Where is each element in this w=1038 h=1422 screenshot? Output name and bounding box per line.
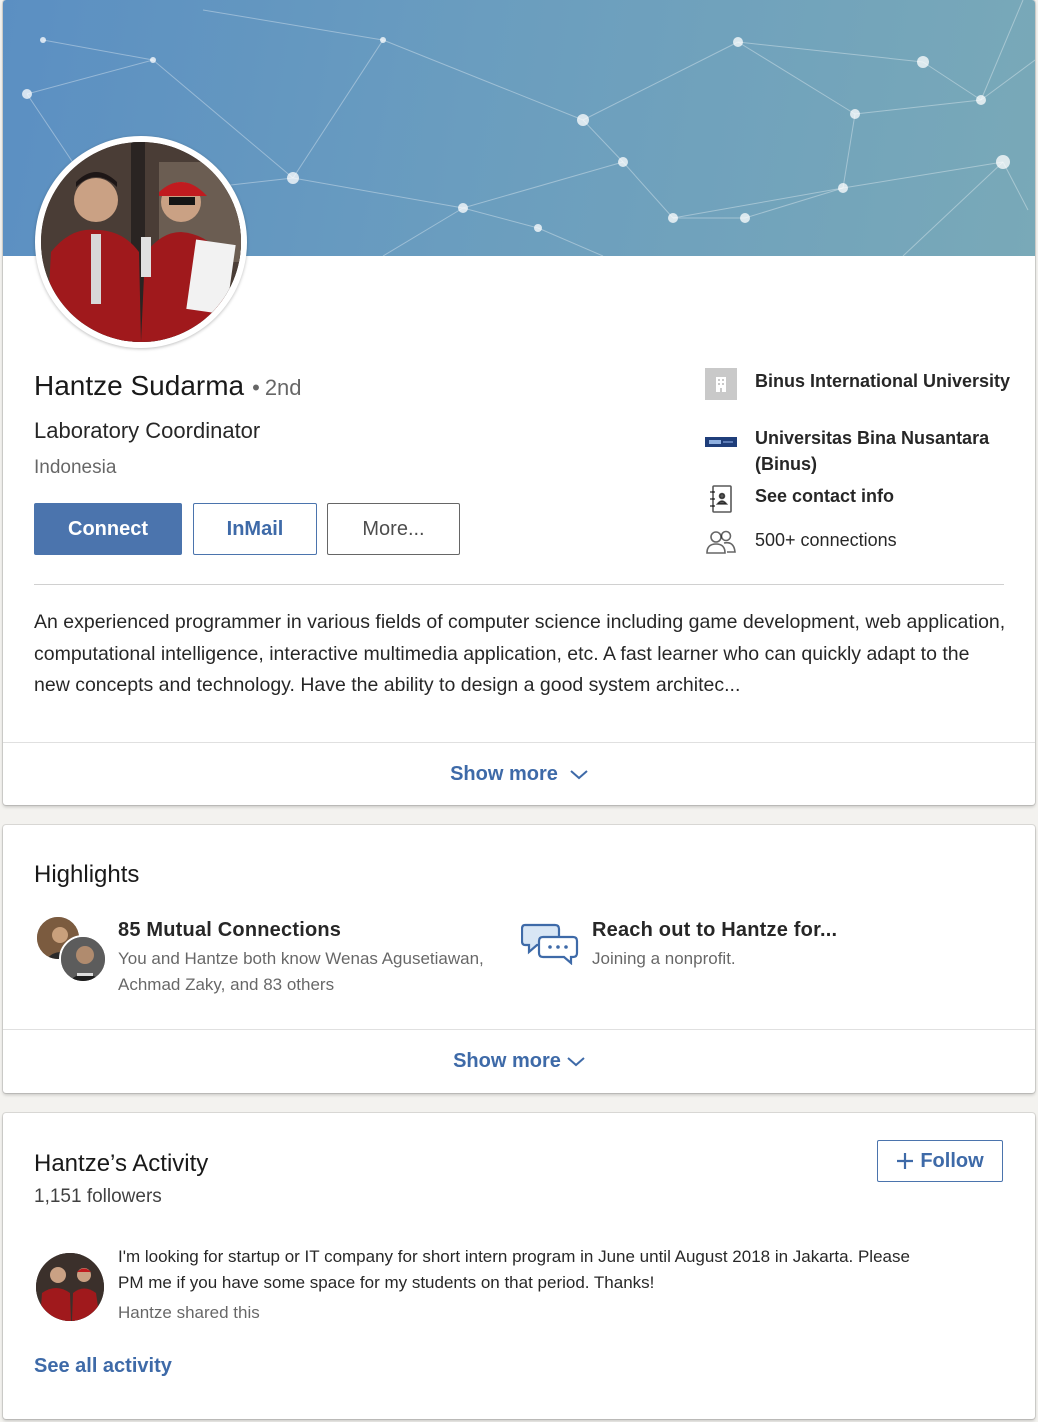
people-icon — [705, 527, 737, 559]
see-all-activity-link[interactable]: See all activity — [34, 1355, 172, 1378]
section-divider — [34, 584, 1004, 585]
profile-top-card: Hantze Sudarma • 2nd Laboratory Coordinat… — [3, 0, 1035, 805]
connection-degree: • 2nd — [252, 375, 301, 401]
chevron-down-icon — [567, 1054, 585, 1070]
highlights-card: Highlights 85 Mutual Connections You and… — [3, 825, 1035, 1093]
profile-name: Hantze Sudarma — [34, 370, 245, 401]
profile-headline: Laboratory Coordinator — [34, 418, 261, 443]
chevron-down-icon — [570, 767, 588, 783]
inmail-button[interactable]: InMail — [193, 503, 317, 555]
mutual-connections-description: You and Hantze both know Wenas Agusetiaw… — [118, 949, 484, 994]
education-school-name: Universitas Bina Nusantara (Binus) — [755, 428, 990, 474]
profile-name-row: Hantze Sudarma • 2nd — [34, 370, 302, 402]
connect-button[interactable]: Connect — [34, 503, 182, 555]
follow-label: Follow — [920, 1149, 984, 1172]
post-text[interactable]: I'm looking for startup or IT company fo… — [118, 1244, 918, 1296]
post-meta: Hantze shared this — [118, 1303, 260, 1322]
mutual-connections-avatars[interactable] — [35, 915, 109, 983]
follow-button[interactable]: Follow — [877, 1140, 1003, 1182]
activity-title: Hantze’s Activity — [34, 1150, 209, 1177]
profile-photo-image — [41, 142, 241, 342]
connections-item[interactable]: 500+ connections — [705, 527, 1015, 559]
contact-info-item[interactable]: See contact info — [705, 483, 1015, 515]
followers-count: 1,151 followers — [34, 1186, 162, 1207]
activity-card: Hantze’s Activity 1,151 followers Follow… — [3, 1113, 1035, 1419]
show-more-label: Show more — [453, 1050, 561, 1072]
profile-photo[interactable] — [35, 136, 247, 348]
education-item[interactable]: Universitas Bina Nusantara (Binus) — [705, 425, 1015, 477]
mutual-connections-title[interactable]: 85 Mutual Connections — [118, 919, 341, 942]
show-more-label: Show more — [450, 763, 558, 785]
address-book-icon — [705, 483, 737, 515]
current-company-item[interactable]: Binus International University — [705, 368, 1015, 400]
summary-show-more-button[interactable]: Show more — [3, 742, 1035, 805]
connections-count: 500+ connections — [755, 530, 897, 550]
highlights-show-more-button[interactable]: Show more — [3, 1029, 1035, 1093]
post-thumbnail[interactable] — [36, 1253, 104, 1321]
connection-degree-label: 2nd — [264, 375, 302, 400]
reach-out-title[interactable]: Reach out to Hantze for... — [592, 919, 837, 942]
profile-summary: An experienced programmer in various fie… — [34, 611, 1006, 696]
more-actions-button[interactable]: More... — [327, 503, 460, 555]
profile-location: Indonesia — [34, 457, 117, 478]
plus-icon — [896, 1148, 914, 1174]
building-icon — [705, 368, 737, 400]
see-contact-info-link[interactable]: See contact info — [755, 483, 1015, 509]
degree-separator: • — [252, 375, 260, 400]
reach-out-description: Joining a nonprofit. — [592, 949, 736, 968]
school-logo-icon — [705, 425, 737, 457]
mutual-avatar-2 — [59, 935, 107, 983]
chat-bubbles-icon — [520, 921, 579, 970]
current-company-name: Binus International University — [755, 371, 1011, 391]
highlights-title: Highlights — [34, 861, 140, 888]
